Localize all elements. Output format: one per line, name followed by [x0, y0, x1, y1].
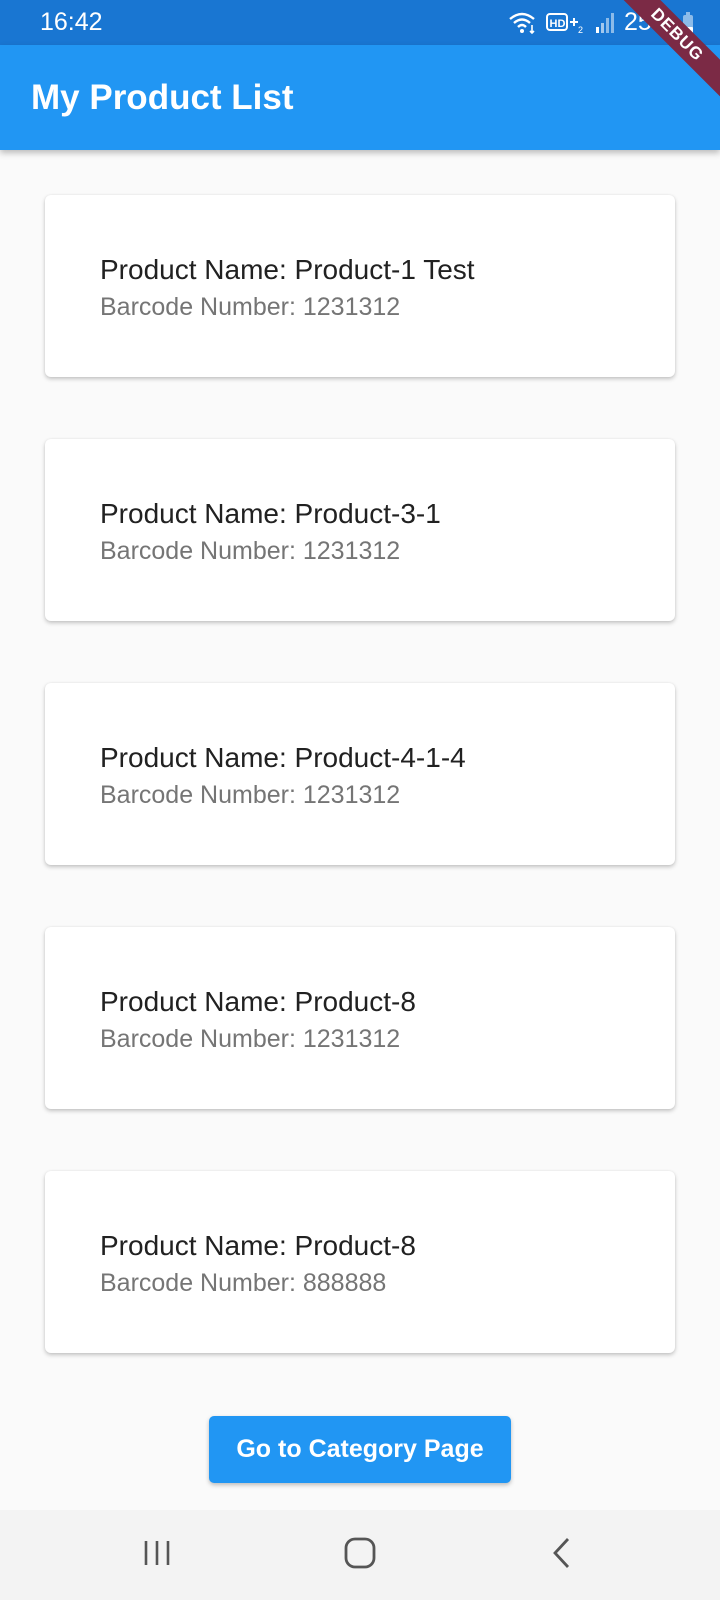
svg-text:2: 2 — [578, 25, 583, 35]
product-name: Product Name: Product-4-1-4 — [100, 742, 466, 773]
product-card[interactable]: Product Name: Product-1 Test Barcode Num… — [45, 195, 675, 377]
wifi-icon — [508, 11, 538, 35]
home-icon — [343, 1536, 377, 1575]
app-bar: My Product List — [0, 45, 720, 150]
product-name: Product Name: Product-8 — [100, 1230, 416, 1261]
home-button[interactable] — [300, 1510, 420, 1600]
status-bar: 16:42 HD 2 — [0, 0, 720, 45]
recents-icon — [142, 1538, 174, 1573]
svg-text:HD: HD — [549, 18, 565, 30]
signal-icon — [594, 11, 616, 35]
product-list: Product Name: Product-1 Test Barcode Num… — [45, 195, 675, 1415]
product-card[interactable]: Product Name: Product-8 Barcode Number: … — [45, 1171, 675, 1353]
go-to-category-button[interactable]: Go to Category Page — [209, 1416, 511, 1483]
status-time: 16:42 — [40, 8, 103, 36]
back-icon — [550, 1536, 574, 1575]
product-barcode: Barcode Number: 1231312 — [100, 293, 401, 321]
product-name: Product Name: Product-1 Test — [100, 254, 475, 285]
product-card[interactable]: Product Name: Product-8 Barcode Number: … — [45, 927, 675, 1109]
back-button[interactable] — [502, 1510, 622, 1600]
recents-button[interactable] — [98, 1510, 218, 1600]
product-barcode: Barcode Number: 1231312 — [100, 1025, 401, 1053]
hd-icon: HD 2 — [545, 11, 586, 35]
product-barcode: Barcode Number: 1231312 — [100, 537, 401, 565]
screen: 16:42 HD 2 DEBUG My Product List Product… — [0, 0, 720, 1600]
page-title: My Product List — [31, 77, 294, 117]
product-card[interactable]: Product Name: Product-3-1 Barcode Number… — [45, 439, 675, 621]
navigation-bar — [0, 1510, 720, 1600]
product-name: Product Name: Product-3-1 — [100, 498, 441, 529]
product-name: Product Name: Product-8 — [100, 986, 416, 1017]
product-barcode: Barcode Number: 1231312 — [100, 781, 401, 809]
product-barcode: Barcode Number: 888888 — [100, 1269, 387, 1297]
product-card[interactable]: Product Name: Product-4-1-4 Barcode Numb… — [45, 683, 675, 865]
